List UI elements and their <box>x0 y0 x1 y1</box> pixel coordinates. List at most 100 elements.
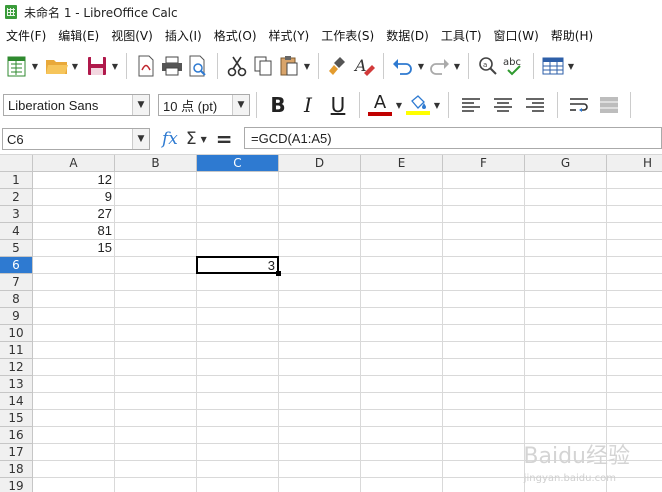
cell-d16[interactable] <box>279 427 361 444</box>
cell-c3[interactable] <box>197 206 279 223</box>
cell-a12[interactable] <box>33 359 115 376</box>
cell-e12[interactable] <box>361 359 443 376</box>
new-dropdown-arrow[interactable]: ▼ <box>30 52 40 80</box>
cell-f9[interactable] <box>443 308 525 325</box>
cell-c1[interactable] <box>197 172 279 189</box>
cell-g5[interactable] <box>525 240 607 257</box>
highlight-dropdown-arrow[interactable]: ▼ <box>432 91 442 119</box>
cell-g12[interactable] <box>525 359 607 376</box>
clone-formatting-icon[interactable] <box>325 52 351 80</box>
row-header-16[interactable]: 16 <box>0 427 33 444</box>
cell-f18[interactable] <box>443 461 525 478</box>
cell-d8[interactable] <box>279 291 361 308</box>
cell-f17[interactable] <box>443 444 525 461</box>
print-preview-icon[interactable] <box>185 52 211 80</box>
export-pdf-icon[interactable] <box>133 52 159 80</box>
cell-h8[interactable] <box>607 291 662 308</box>
cell-a17[interactable] <box>33 444 115 461</box>
cell-h1[interactable] <box>607 172 662 189</box>
cell-f8[interactable] <box>443 291 525 308</box>
select-all-corner[interactable] <box>0 155 33 172</box>
cell-e11[interactable] <box>361 342 443 359</box>
cell-g14[interactable] <box>525 393 607 410</box>
cell-g3[interactable] <box>525 206 607 223</box>
save-icon[interactable] <box>84 52 110 80</box>
row-header-7[interactable]: 7 <box>0 274 33 291</box>
cell-a18[interactable] <box>33 461 115 478</box>
cell-a2[interactable]: 9 <box>33 189 115 206</box>
menu-insert[interactable]: 插入(I) <box>159 27 208 44</box>
cell-e6[interactable] <box>361 257 443 274</box>
cell-h4[interactable] <box>607 223 662 240</box>
cell-b5[interactable] <box>115 240 197 257</box>
menu-help[interactable]: 帮助(H) <box>545 27 599 44</box>
save-dropdown-arrow[interactable]: ▼ <box>110 52 120 80</box>
cell-c8[interactable] <box>197 291 279 308</box>
cell-f11[interactable] <box>443 342 525 359</box>
cell-d17[interactable] <box>279 444 361 461</box>
row-header-15[interactable]: 15 <box>0 410 33 427</box>
cell-h10[interactable] <box>607 325 662 342</box>
cell-d11[interactable] <box>279 342 361 359</box>
highlight-color-button[interactable] <box>404 91 432 119</box>
clear-formatting-icon[interactable]: A <box>351 52 377 80</box>
cell-d10[interactable] <box>279 325 361 342</box>
cell-b14[interactable] <box>115 393 197 410</box>
cell-d14[interactable] <box>279 393 361 410</box>
cell-a5[interactable]: 15 <box>33 240 115 257</box>
cell-f6[interactable] <box>443 257 525 274</box>
cell-a9[interactable] <box>33 308 115 325</box>
align-center-icon[interactable] <box>487 91 519 119</box>
cell-c2[interactable] <box>197 189 279 206</box>
cell-d6[interactable] <box>279 257 361 274</box>
cell-d13[interactable] <box>279 376 361 393</box>
cell-f15[interactable] <box>443 410 525 427</box>
copy-icon[interactable] <box>250 52 276 80</box>
cell-b16[interactable] <box>115 427 197 444</box>
cell-g11[interactable] <box>525 342 607 359</box>
cell-h12[interactable] <box>607 359 662 376</box>
cell-f3[interactable] <box>443 206 525 223</box>
column-header-h[interactable]: H <box>607 155 662 172</box>
cell-b13[interactable] <box>115 376 197 393</box>
cell-h15[interactable] <box>607 410 662 427</box>
row-header-18[interactable]: 18 <box>0 461 33 478</box>
cell-a3[interactable]: 27 <box>33 206 115 223</box>
cell-c12[interactable] <box>197 359 279 376</box>
cell-f2[interactable] <box>443 189 525 206</box>
cell-a14[interactable] <box>33 393 115 410</box>
redo-dropdown-arrow[interactable]: ▼ <box>452 52 462 80</box>
grid-dropdown-arrow[interactable]: ▼ <box>566 52 576 80</box>
cell-d15[interactable] <box>279 410 361 427</box>
cell-a13[interactable] <box>33 376 115 393</box>
cell-e3[interactable] <box>361 206 443 223</box>
cell-d18[interactable] <box>279 461 361 478</box>
name-box[interactable]: C6 ▼ <box>2 128 150 150</box>
menu-tools[interactable]: 工具(T) <box>435 27 488 44</box>
cell-b4[interactable] <box>115 223 197 240</box>
chevron-down-icon[interactable]: ▼ <box>132 95 149 115</box>
cell-e13[interactable] <box>361 376 443 393</box>
cell-e17[interactable] <box>361 444 443 461</box>
cell-a6[interactable] <box>33 257 115 274</box>
bold-button[interactable]: B <box>263 91 293 119</box>
cell-g13[interactable] <box>525 376 607 393</box>
align-left-icon[interactable] <box>455 91 487 119</box>
cell-b19[interactable] <box>115 478 197 492</box>
chevron-down-icon[interactable]: ▼ <box>132 129 149 149</box>
cell-b2[interactable] <box>115 189 197 206</box>
cell-g2[interactable] <box>525 189 607 206</box>
row-header-4[interactable]: 4 <box>0 223 33 240</box>
cell-c9[interactable] <box>197 308 279 325</box>
undo-dropdown-arrow[interactable]: ▼ <box>416 52 426 80</box>
row-header-8[interactable]: 8 <box>0 291 33 308</box>
cell-e19[interactable] <box>361 478 443 492</box>
fill-handle[interactable] <box>276 271 281 276</box>
cell-a4[interactable]: 81 <box>33 223 115 240</box>
cell-f4[interactable] <box>443 223 525 240</box>
undo-icon[interactable] <box>390 52 416 80</box>
cell-d4[interactable] <box>279 223 361 240</box>
column-header-c[interactable]: C <box>197 155 279 172</box>
cell-c14[interactable] <box>197 393 279 410</box>
column-header-g[interactable]: G <box>525 155 607 172</box>
